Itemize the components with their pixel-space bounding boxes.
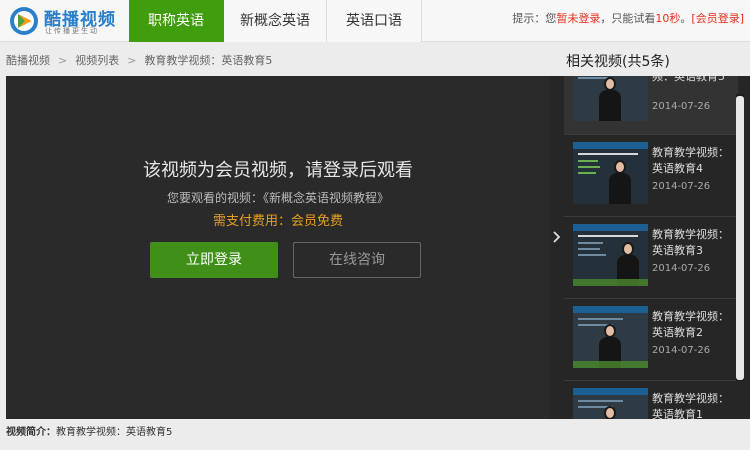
related-videos-title: 相关视频(共5条) xyxy=(566,54,670,70)
notice-status: 暂未登录 xyxy=(556,12,601,25)
site-logo[interactable]: 酷播视频 让传播更生动 xyxy=(8,3,126,39)
breadcrumb-home[interactable]: 酷播视频 xyxy=(6,54,50,67)
video-title: 频：英语教育5 xyxy=(652,76,725,83)
video-date: 2014-07-26 xyxy=(652,181,711,192)
breadcrumb: 酷播视频 > 视频列表 > 教育教学视频：英语教育5 xyxy=(6,52,272,68)
member-only-message: 该视频为会员视频，请登录后观看 xyxy=(143,160,413,181)
breadcrumb-current: 教育教学视频：英语教育5 xyxy=(144,54,273,67)
breadcrumb-video-list[interactable]: 视频列表 xyxy=(75,54,119,67)
play-logo-icon xyxy=(10,7,38,35)
online-consult-button[interactable]: 在线咨询 xyxy=(293,242,421,278)
notice-prefix: 提示：您 xyxy=(512,12,557,25)
video-date: 2014-07-26 xyxy=(652,345,711,356)
video-title: 教育教学视频：英语教育1 xyxy=(652,392,729,419)
related-video-item[interactable]: 教育教学视频：英语教育3 2014-07-26 xyxy=(564,217,738,299)
top-header: 酷播视频 让传播更生动 职称英语 新概念英语 英语口语 提示：您暂未登录，只能试… xyxy=(0,0,750,42)
login-now-button[interactable]: 立即登录 xyxy=(150,242,278,278)
scrollbar-thumb[interactable] xyxy=(736,96,744,380)
video-thumbnail xyxy=(573,224,648,286)
video-thumbnail xyxy=(573,142,648,204)
login-notice: 提示：您暂未登录，只能试看10秒。[会员登录] xyxy=(512,0,744,42)
video-title: 教育教学视频：英语教育4 xyxy=(652,146,729,175)
video-title: 教育教学视频：英语教育3 xyxy=(652,228,729,257)
brand-slogan: 让传播更生动 xyxy=(45,27,99,35)
video-date: 2014-07-26 xyxy=(652,101,711,112)
notice-middle: ，只能试看 xyxy=(600,12,656,25)
tab-professional-english[interactable]: 职称英语 xyxy=(129,0,224,42)
main-nav: 职称英语 新概念英语 英语口语 xyxy=(129,0,422,42)
notice-suffix: 。 xyxy=(680,12,692,25)
video-name-text: 您要观看的视频：《新概念英语视频教程》 xyxy=(166,191,389,205)
tab-spoken-english[interactable]: 英语口语 xyxy=(327,0,422,42)
video-date: 2014-07-26 xyxy=(652,263,711,274)
video-thumbnail xyxy=(573,388,648,419)
breadcrumb-separator: > xyxy=(58,54,68,67)
related-video-item[interactable]: 教育教学视频：英语教育4 2014-07-26 xyxy=(564,135,738,217)
intro-text: 教育教学视频：英语教育5 xyxy=(56,427,173,438)
video-thumbnail xyxy=(573,306,648,368)
chevron-right-icon[interactable] xyxy=(553,231,563,245)
video-player[interactable]: 该视频为会员视频，请登录后观看 您要观看的视频：《新概念英语视频教程》 需支付费… xyxy=(6,76,550,419)
related-videos-panel: 频：英语教育5 2014-07-26 教育教学视频：英语教育4 2014-07-… xyxy=(550,76,750,419)
video-title: 教育教学视频：英语教育2 xyxy=(652,310,729,339)
fee-text: 需支付费用：会员免费 xyxy=(212,214,343,229)
notice-seconds: 10秒 xyxy=(655,12,681,25)
related-video-item[interactable]: 教育教学视频：英语教育2 2014-07-26 xyxy=(564,299,738,381)
tab-new-concept-english[interactable]: 新概念英语 xyxy=(224,0,327,42)
member-login-link[interactable]: [会员登录] xyxy=(691,12,744,25)
related-video-item[interactable]: 教育教学视频：英语教育1 xyxy=(564,381,738,419)
intro-label: 视频简介： xyxy=(6,427,56,438)
video-intro: 视频简介：教育教学视频：英语教育5 xyxy=(6,423,172,438)
related-video-list: 频：英语教育5 2014-07-26 教育教学视频：英语教育4 2014-07-… xyxy=(564,76,738,419)
video-thumbnail xyxy=(573,76,648,121)
breadcrumb-separator: > xyxy=(127,54,137,67)
related-video-item[interactable]: 频：英语教育5 2014-07-26 xyxy=(564,76,738,135)
